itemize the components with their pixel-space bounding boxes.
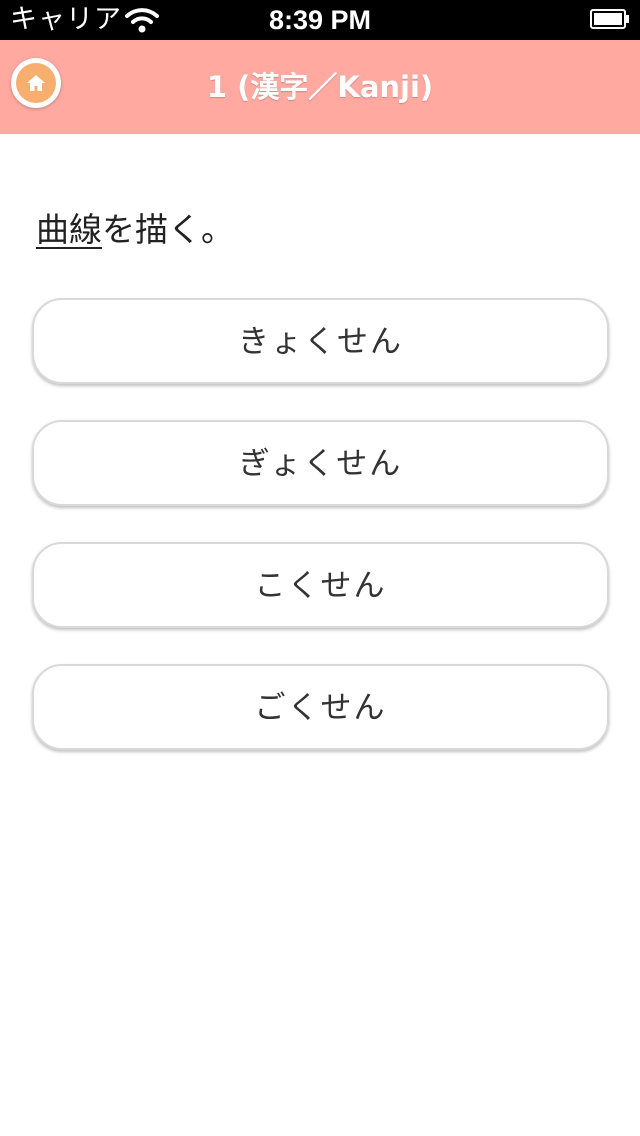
- answer-choices: きょくせん ぎょくせん こくせん ごくせん: [32, 298, 609, 786]
- question-rest: を描く。: [102, 210, 234, 249]
- choice-button-4[interactable]: ごくせん: [32, 664, 609, 750]
- status-bar: キャリア 8:39 PM: [0, 0, 640, 40]
- home-button[interactable]: [11, 58, 61, 108]
- nav-bar: 1 (漢字／Kanji): [0, 40, 640, 134]
- question-text: 曲線を描く。: [36, 208, 234, 252]
- page-title: 1 (漢字／Kanji): [206, 70, 434, 104]
- status-time: 8:39 PM: [268, 5, 372, 35]
- choice-button-1[interactable]: きょくせん: [32, 298, 609, 384]
- home-button-face: [16, 63, 56, 103]
- home-icon: [27, 75, 45, 91]
- battery-icon: [590, 9, 629, 29]
- choice-button-3[interactable]: こくせん: [32, 542, 609, 628]
- question-target-word: 曲線: [36, 210, 102, 249]
- choice-button-2[interactable]: ぎょくせん: [32, 420, 609, 506]
